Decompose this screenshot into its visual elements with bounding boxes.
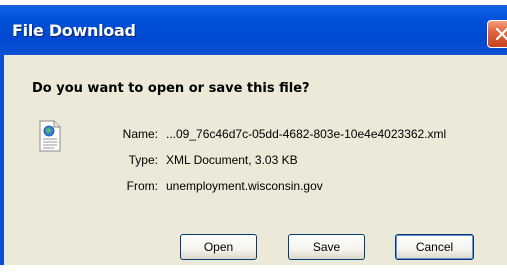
dialog-title: File Download (12, 21, 136, 40)
file-type-value: XML Document, 3.03 KB (166, 153, 298, 167)
from-label: From: (126, 179, 158, 193)
cancel-button[interactable]: Cancel (395, 234, 474, 260)
dialog-question: Do you want to open or save this file? (32, 81, 310, 96)
open-button[interactable]: Open (180, 234, 257, 260)
file-name-value: ...09_76c46d7c-05dd-4682-803e-10e4e40233… (166, 127, 447, 141)
title-bar[interactable]: File Download (0, 5, 507, 55)
bottom-edge (0, 265, 507, 280)
xml-document-icon (39, 120, 61, 152)
type-label: Type: (128, 153, 158, 167)
save-button[interactable]: Save (288, 234, 365, 260)
file-download-dialog: File Download Do you want to open or sav… (0, 0, 507, 280)
name-label: Name: (122, 127, 158, 141)
close-button[interactable] (487, 20, 507, 48)
close-icon (495, 27, 507, 41)
file-source-value: unemployment.wisconsin.gov (166, 179, 323, 193)
